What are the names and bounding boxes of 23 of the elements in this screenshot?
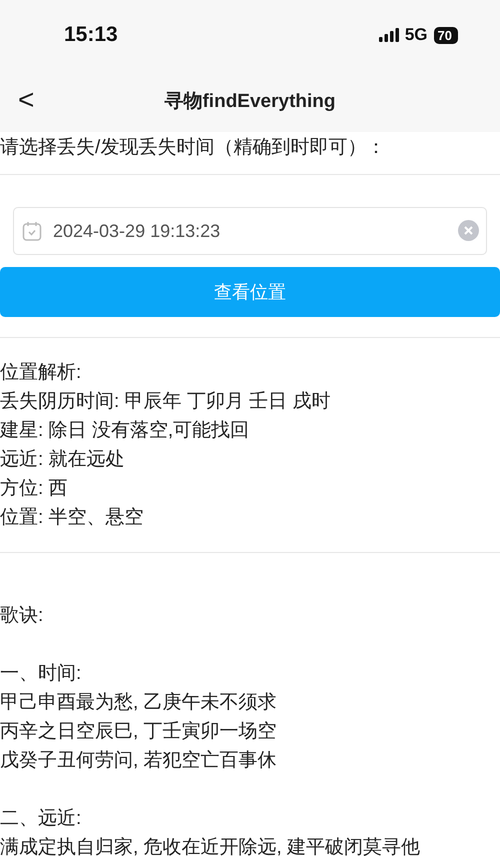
verse-line: 甲己申酉最为愁, 乙庚午未不须求 [0, 691, 278, 715]
verse-line: 丙辛之日空辰巳, 丁壬寅卯一场空 [0, 720, 278, 744]
page-title: 寻物findEverything [164, 90, 336, 114]
verse-heading: 一、时间: [0, 662, 82, 686]
verse-title: 歌诀: [0, 604, 44, 628]
signal-icon [378, 28, 399, 42]
back-button[interactable]: < [12, 84, 40, 116]
time-prompt: 请选择丢失/发现丢失时间（精确到时即可）： [0, 132, 500, 175]
analysis-line: 位置解析: [0, 361, 82, 385]
analysis-line: 方位: 西 [0, 477, 69, 501]
analysis-line: 远近: 就在远处 [0, 448, 126, 472]
analysis-line: 位置: 半空、悬空 [0, 506, 145, 530]
network-label: 5G [404, 25, 428, 45]
verse-line: 戊癸子丑何劳问, 若犯空亡百事休 [0, 749, 278, 773]
analysis-line: 丢失阴历时间: 甲辰年 丁卯月 壬日 戌时 [0, 390, 332, 414]
date-field[interactable]: 2024-03-29 19:13:23 [13, 207, 487, 255]
verse-line: 满成定执自归家, 危收在近开除远, 建平破闭莫寻他 [0, 836, 422, 856]
calendar-icon [22, 221, 42, 241]
verse-heading: 二、远近: [0, 807, 82, 831]
analysis-line: 建星: 除日 没有落空,可能找回 [0, 419, 250, 443]
battery-level: 70 [434, 26, 458, 44]
status-time: 15:13 [64, 23, 118, 47]
clear-icon[interactable] [458, 220, 479, 241]
